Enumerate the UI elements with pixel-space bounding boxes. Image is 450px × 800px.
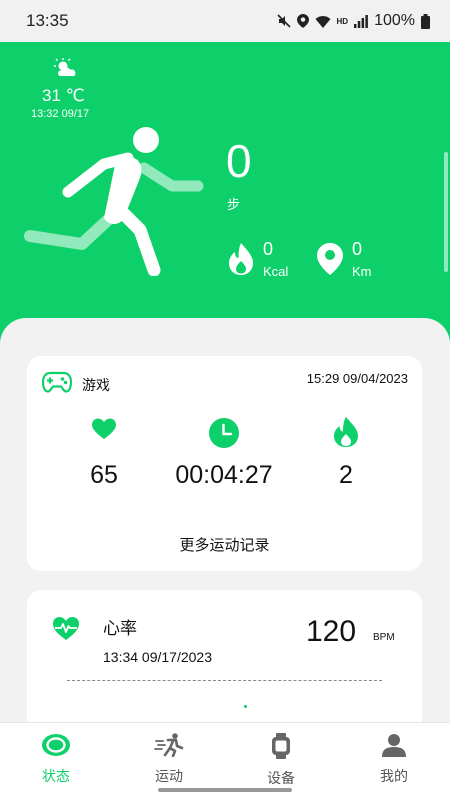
calories-unit: Kcal <box>263 264 289 279</box>
status-bar: 13:35 HD 100% <box>0 0 450 42</box>
battery-icon <box>421 13 430 29</box>
scroll-indicator <box>444 152 448 272</box>
tab-profile-label: 我的 <box>380 768 408 784</box>
person-icon <box>382 734 406 757</box>
status-icons: HD 100% <box>276 12 430 30</box>
workout-type-label: 游戏 <box>82 377 110 393</box>
running-icon <box>154 733 184 758</box>
tab-exercise[interactable]: 运动 <box>129 733 209 786</box>
home-indicator[interactable] <box>158 788 292 792</box>
tab-exercise-label: 运动 <box>155 768 183 784</box>
workout-heart-rate: 65 <box>90 461 118 489</box>
clock-icon <box>209 418 239 448</box>
flame-icon <box>229 243 253 275</box>
tab-profile[interactable]: 我的 <box>354 733 434 786</box>
status-ring-icon <box>42 734 70 756</box>
heart-rate-chart-baseline <box>67 680 382 681</box>
workout-record-card[interactable]: 游戏 15:29 09/04/2023 65 00:04:27 2 更多运动记录 <box>27 356 422 571</box>
distance-unit: Km <box>352 264 372 279</box>
steps-unit: 步 <box>227 197 241 212</box>
weather-updated-time: 13:32 09/17 <box>31 108 90 120</box>
workout-duration: 00:04:27 <box>175 461 273 489</box>
weather-temperature: 31 ℃ <box>42 86 85 105</box>
tab-device[interactable]: 设备 <box>241 733 321 788</box>
steps-value: 0 <box>226 135 252 187</box>
distance-value: 0 <box>352 239 363 259</box>
watch-icon <box>272 733 290 759</box>
activity-summary: 31 ℃ 13:32 09/17 0 步 0 Kcal 0 Km <box>0 42 450 362</box>
battery-percent: 100% <box>374 12 415 29</box>
map-pin-icon <box>317 243 343 275</box>
heart-rate-chart-point <box>244 705 247 708</box>
network-type-label: HD <box>336 16 349 26</box>
partly-cloudy-icon <box>54 58 76 76</box>
heart-rate-datetime: 13:34 09/17/2023 <box>103 649 212 665</box>
heart-rate-icon <box>53 617 79 640</box>
running-figure-icon <box>24 127 204 276</box>
heart-rate-value: 120 <box>306 615 357 648</box>
gamepad-icon <box>42 371 72 393</box>
workout-datetime: 15:29 09/04/2023 <box>306 371 408 386</box>
heart-rate-label: 心率 <box>103 619 137 638</box>
mute-icon <box>276 14 291 28</box>
wifi-icon <box>315 15 331 28</box>
tab-status[interactable]: 状态 <box>16 733 96 786</box>
tab-status-label: 状态 <box>42 768 70 784</box>
tab-device-label: 设备 <box>267 770 295 786</box>
more-workout-records-link[interactable]: 更多运动记录 <box>27 534 422 555</box>
signal-icon <box>354 14 368 28</box>
status-time: 13:35 <box>26 11 69 30</box>
location-icon <box>296 14 309 28</box>
calories-value: 0 <box>263 239 274 259</box>
heart-rate-unit: BPM <box>373 632 395 643</box>
workout-calories: 2 <box>339 461 353 489</box>
heart-icon <box>92 418 116 439</box>
flame-icon <box>334 417 358 447</box>
